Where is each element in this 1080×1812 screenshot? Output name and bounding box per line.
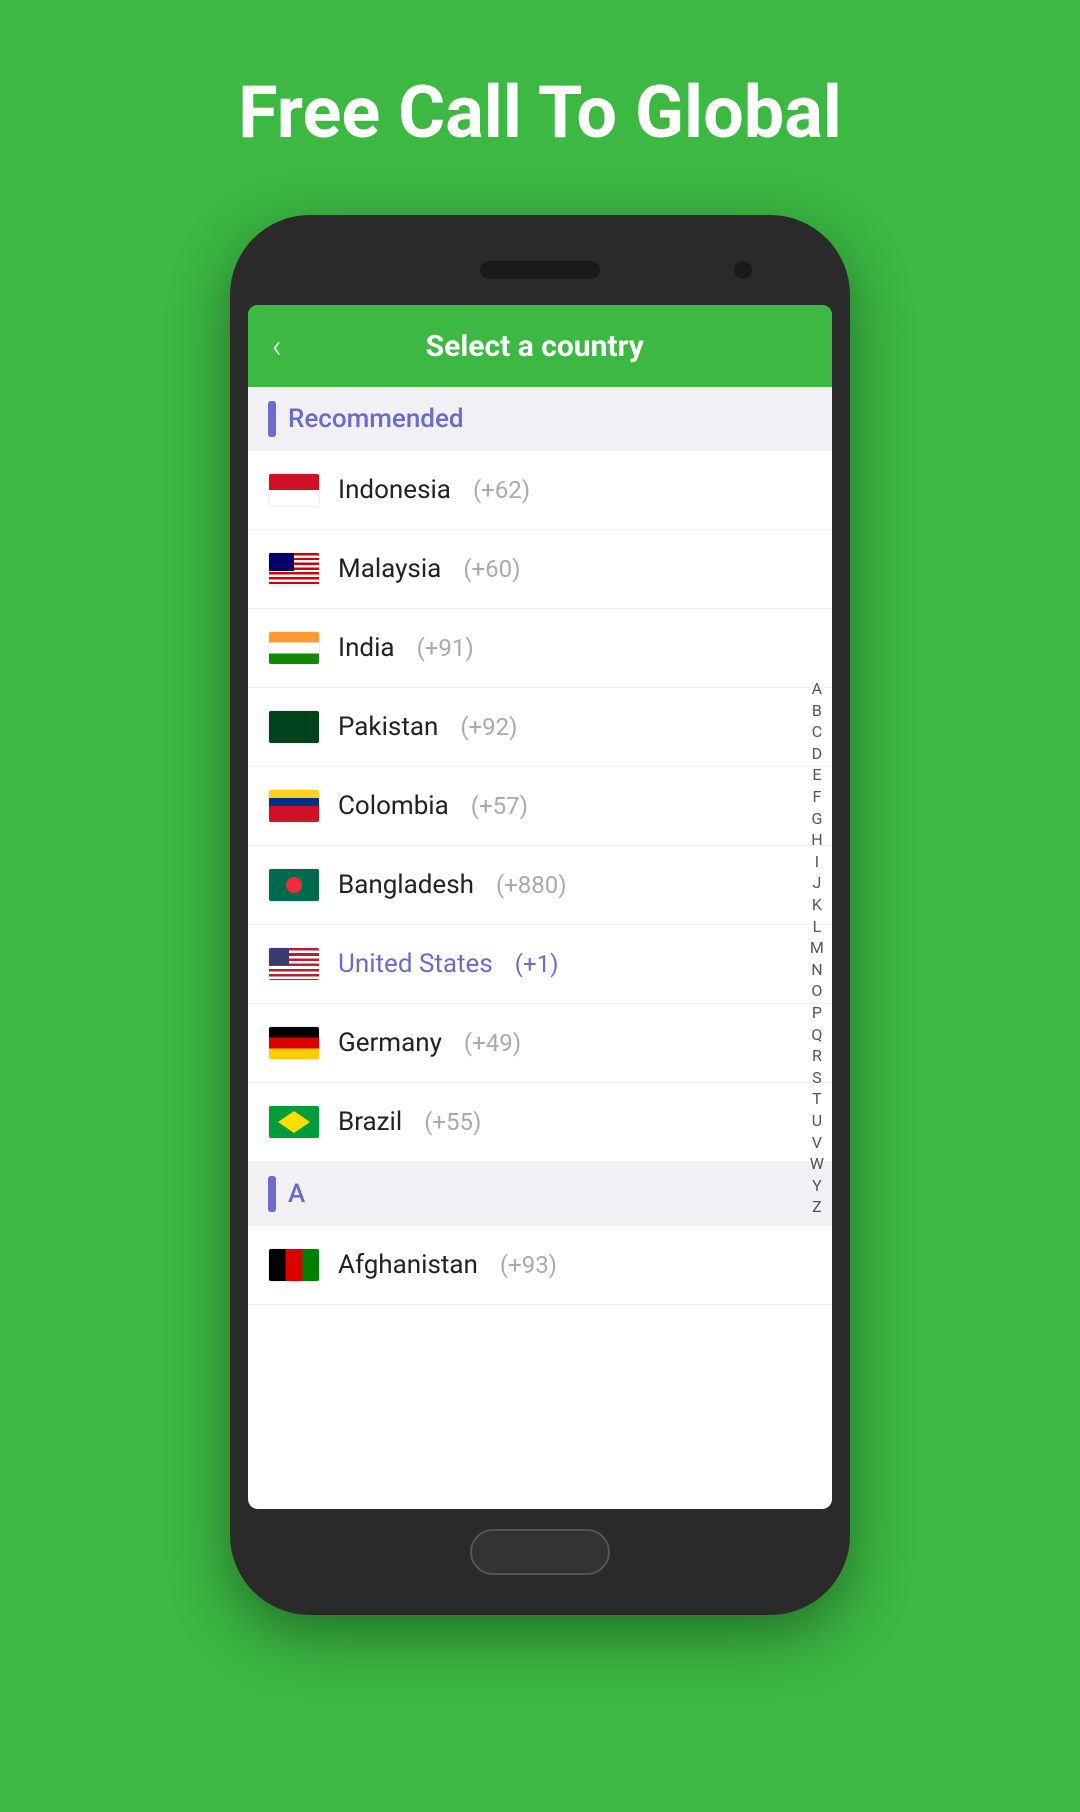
alpha-o[interactable]: O [807, 981, 826, 1001]
phone-bottom-bar [248, 1509, 832, 1585]
country-code-germany: (+49) [464, 1029, 521, 1057]
alpha-f[interactable]: F [808, 787, 825, 807]
alpha-m[interactable]: M [806, 938, 828, 958]
flag-us [268, 947, 320, 981]
country-item-bangladesh[interactable]: Bangladesh (+880) [248, 846, 832, 925]
alpha-j[interactable]: J [808, 873, 825, 893]
app-title: Free Call To Global [238, 70, 842, 155]
back-button[interactable]: ‹ [272, 327, 282, 365]
flag-germany [268, 1026, 320, 1060]
section-recommended: Recommended [248, 387, 832, 451]
country-item-indonesia[interactable]: Indonesia (+62) [248, 451, 832, 530]
flag-bangladesh [268, 868, 320, 902]
alpha-k[interactable]: K [808, 895, 826, 915]
flag-afghanistan [268, 1248, 320, 1282]
country-code-indonesia: (+62) [473, 476, 530, 504]
a-label: A [288, 1179, 305, 1209]
section-a: A [248, 1162, 832, 1226]
alpha-d[interactable]: D [808, 744, 827, 764]
alpha-n[interactable]: N [807, 960, 826, 980]
section-indicator-a [268, 1176, 276, 1212]
alpha-z[interactable]: Z [808, 1197, 826, 1217]
home-button[interactable] [470, 1529, 610, 1575]
alpha-b[interactable]: B [808, 701, 826, 721]
country-code-india: (+91) [417, 634, 474, 662]
country-code-afghanistan: (+93) [500, 1251, 557, 1279]
section-indicator [268, 401, 276, 437]
alpha-w[interactable]: W [806, 1154, 828, 1174]
screen-title: Select a country [302, 329, 768, 364]
country-name-indonesia: Indonesia [338, 475, 451, 505]
country-item-us[interactable]: United States (+1) [248, 925, 832, 1004]
country-item-colombia[interactable]: Colombia (+57) [248, 767, 832, 846]
country-item-pakistan[interactable]: Pakistan (+92) [248, 688, 832, 767]
flag-brazil [268, 1105, 320, 1139]
country-name-afghanistan: Afghanistan [338, 1250, 478, 1280]
flag-india [268, 631, 320, 665]
country-code-pakistan: (+92) [460, 713, 517, 741]
flag-pakistan [268, 710, 320, 744]
alpha-e[interactable]: E [808, 765, 825, 785]
alpha-y[interactable]: Y [808, 1176, 826, 1196]
alpha-p[interactable]: P [808, 1003, 826, 1023]
phone-screen: ‹ Select a country Recommended Indonesia… [248, 305, 832, 1509]
country-item-brazil[interactable]: Brazil (+55) [248, 1083, 832, 1162]
alpha-i[interactable]: I [811, 852, 823, 872]
country-name-pakistan: Pakistan [338, 712, 438, 742]
alpha-t[interactable]: T [808, 1089, 826, 1109]
alpha-l[interactable]: L [809, 917, 826, 937]
country-code-malaysia: (+60) [463, 555, 520, 583]
country-code-bangladesh: (+880) [496, 871, 567, 899]
alpha-v[interactable]: V [808, 1133, 826, 1153]
country-name-brazil: Brazil [338, 1107, 402, 1137]
country-list[interactable]: Recommended Indonesia (+62) Malaysia (+6… [248, 387, 832, 1509]
flag-indonesia [268, 473, 320, 507]
country-name-us: United States [338, 949, 493, 979]
country-item-malaysia[interactable]: Malaysia (+60) [248, 530, 832, 609]
alpha-h[interactable]: H [807, 830, 826, 850]
country-name-bangladesh: Bangladesh [338, 870, 474, 900]
phone-top-bar [248, 245, 832, 295]
alpha-c[interactable]: C [808, 722, 826, 742]
country-name-colombia: Colombia [338, 791, 449, 821]
alpha-a[interactable]: A [808, 679, 826, 699]
country-name-india: India [338, 633, 395, 663]
country-code-brazil: (+55) [424, 1108, 481, 1136]
alphabet-index: A B C D E F G H I J K L M N O P Q R S T [806, 387, 828, 1509]
country-code-us: (+1) [515, 950, 559, 978]
alpha-s[interactable]: S [808, 1068, 826, 1088]
phone-speaker [480, 261, 600, 279]
phone-camera [734, 261, 752, 279]
alpha-q[interactable]: Q [807, 1025, 826, 1045]
country-name-germany: Germany [338, 1028, 442, 1058]
phone-frame: ‹ Select a country Recommended Indonesia… [230, 215, 850, 1615]
country-item-india[interactable]: India (+91) [248, 609, 832, 688]
alpha-r[interactable]: R [808, 1046, 826, 1066]
country-name-malaysia: Malaysia [338, 554, 441, 584]
country-item-afghanistan[interactable]: Afghanistan (+93) [248, 1226, 832, 1305]
country-code-colombia: (+57) [471, 792, 528, 820]
flag-malaysia [268, 552, 320, 586]
country-item-germany[interactable]: Germany (+49) [248, 1004, 832, 1083]
alpha-g[interactable]: G [807, 809, 826, 829]
screen-header: ‹ Select a country [248, 305, 832, 387]
alpha-u[interactable]: U [808, 1111, 826, 1131]
recommended-label: Recommended [288, 404, 464, 434]
flag-colombia [268, 789, 320, 823]
